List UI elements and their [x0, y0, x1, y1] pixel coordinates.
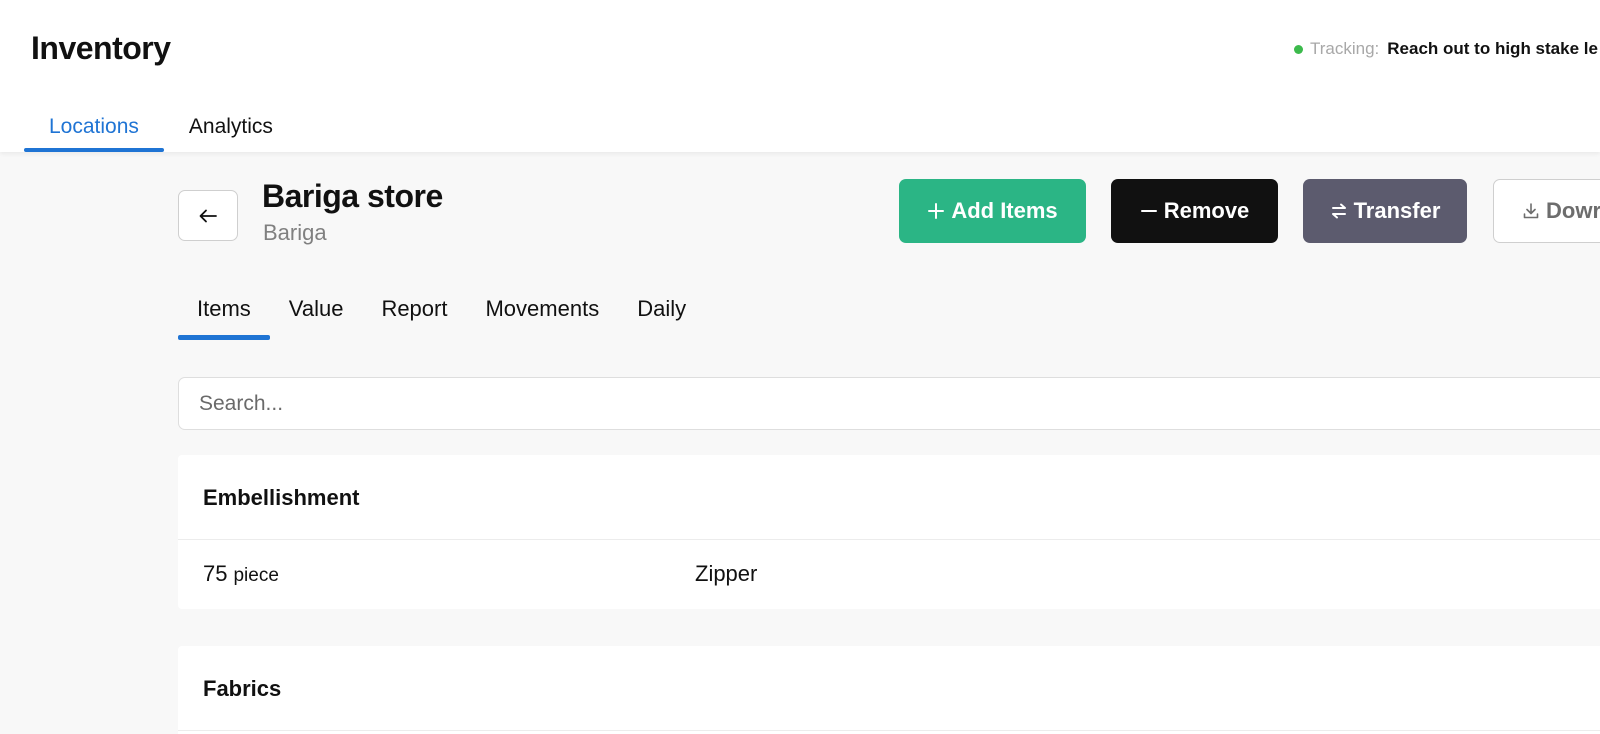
- category-card-embellishment: Embellishment 75 piece Zipper: [178, 455, 1600, 609]
- tab-analytics[interactable]: Analytics: [164, 102, 298, 152]
- download-button[interactable]: Dowr: [1493, 179, 1600, 243]
- tab-daily[interactable]: Daily: [618, 284, 705, 340]
- add-items-label: Add Items: [951, 198, 1058, 223]
- add-items-button[interactable]: Add Items: [899, 179, 1086, 243]
- tracking-label: Tracking:: [1310, 39, 1380, 58]
- tab-report[interactable]: Report: [362, 284, 466, 340]
- inventory-page: Inventory Tracking: Reach out to high st…: [0, 0, 1600, 734]
- plus-icon: [928, 203, 945, 219]
- category-title: Fabrics: [203, 676, 282, 701]
- remove-label: Remove: [1163, 198, 1250, 223]
- tracking-status: Tracking: Reach out to high stake le: [1294, 39, 1598, 59]
- tab-movements[interactable]: Movements: [466, 284, 618, 340]
- page-title: Inventory: [31, 30, 171, 66]
- list-item[interactable]: 75 piece Zipper: [178, 540, 1600, 609]
- item-quantity: 75 piece: [203, 561, 279, 587]
- store-tabs: Items Value Report Movements Daily: [178, 284, 705, 340]
- back-button[interactable]: [178, 190, 238, 241]
- divider: [178, 730, 1600, 731]
- store-name: Bariga store: [262, 178, 443, 214]
- category-card-fabrics: Fabrics: [178, 646, 1600, 734]
- transfer-label: Transfer: [1353, 198, 1441, 223]
- remove-button[interactable]: Remove: [1111, 179, 1278, 243]
- status-dot-icon: [1294, 44, 1303, 54]
- main-tabs: Locations Analytics: [24, 102, 298, 152]
- category-title: Embellishment: [203, 485, 360, 510]
- item-name: Zipper: [695, 561, 758, 586]
- transfer-button[interactable]: Transfer: [1303, 179, 1467, 243]
- transfer-arrows-icon: [1331, 203, 1346, 219]
- tab-items[interactable]: Items: [178, 284, 270, 340]
- item-quantity-value: 75: [203, 561, 228, 586]
- minus-icon: [1140, 210, 1157, 212]
- download-icon: [1523, 203, 1539, 219]
- top-header: Inventory Tracking: Reach out to high st…: [0, 0, 1600, 152]
- tab-locations[interactable]: Locations: [24, 102, 164, 152]
- tracking-value: Reach out to high stake le: [1387, 39, 1598, 58]
- arrow-left-icon: [199, 209, 217, 222]
- item-unit: piece: [233, 565, 279, 586]
- tab-value[interactable]: Value: [270, 284, 363, 340]
- search-input[interactable]: [178, 377, 1600, 430]
- download-label: Dowr: [1546, 198, 1600, 223]
- store-location: Bariga: [263, 220, 327, 245]
